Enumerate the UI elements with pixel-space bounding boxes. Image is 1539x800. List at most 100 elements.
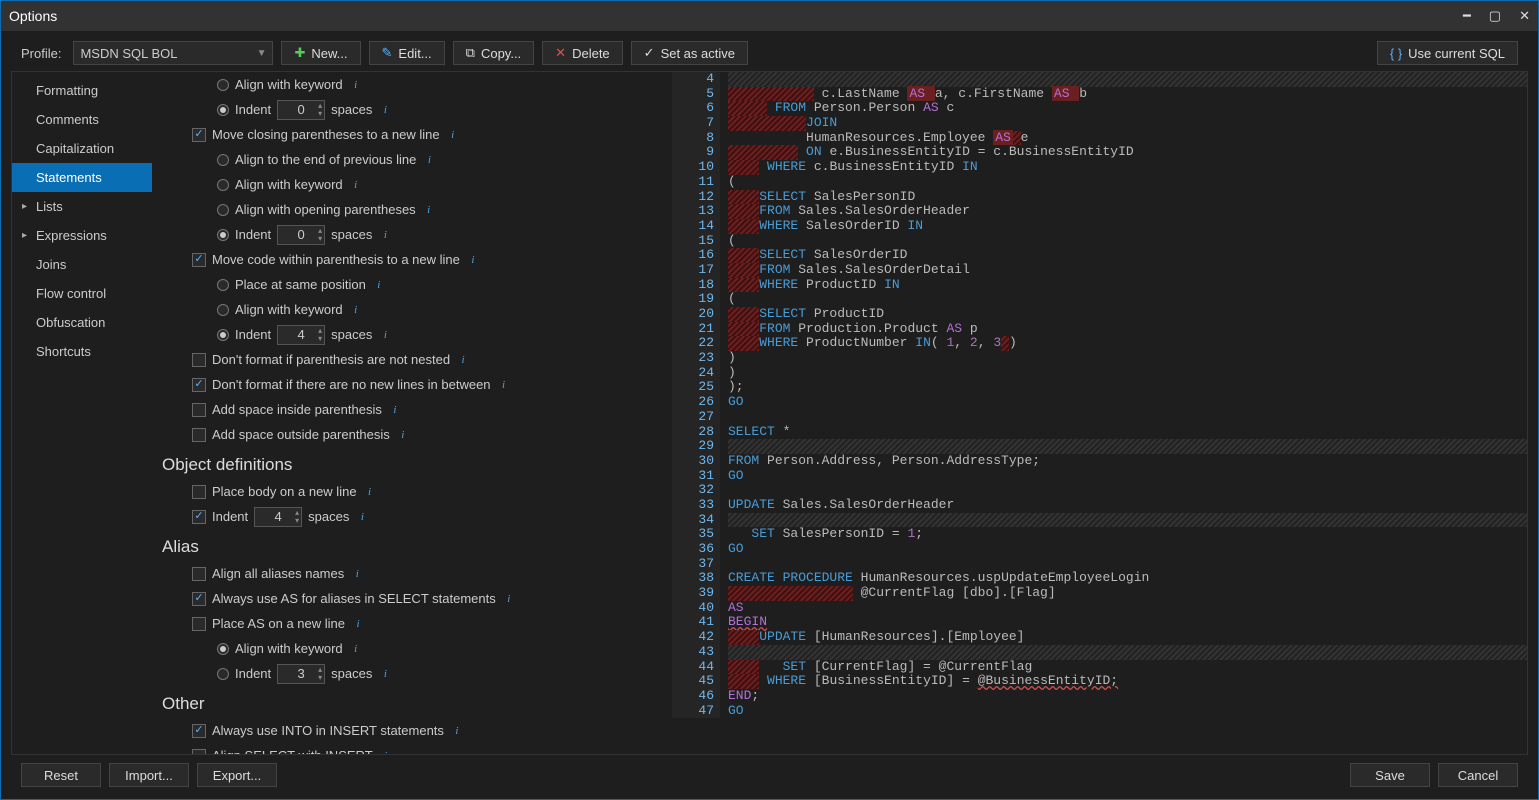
sidebar-item-label: Comments [36, 112, 99, 127]
new-button[interactable]: ✚ New... [281, 41, 360, 65]
chk-dont-format-newlines[interactable] [192, 378, 206, 392]
sidebar-item-lists[interactable]: ▸Lists [12, 192, 152, 221]
radio-align-kw-2[interactable] [217, 179, 229, 191]
info-icon[interactable]: i [378, 228, 392, 242]
chk-space-outside[interactable] [192, 428, 206, 442]
indent-value-5[interactable]: 3▴▾ [277, 664, 325, 684]
chk-dont-format-nested[interactable] [192, 353, 206, 367]
info-icon[interactable]: i [466, 253, 480, 267]
titlebar: Options ━ ▢ ✕ [1, 1, 1538, 31]
copy-button[interactable]: ⧉ Copy... [453, 41, 535, 65]
info-icon[interactable]: i [350, 567, 364, 581]
info-icon[interactable]: i [355, 510, 369, 524]
sidebar-item-flow-control[interactable]: Flow control [12, 279, 152, 308]
info-icon[interactable]: i [497, 378, 511, 392]
pencil-icon: ✎ [382, 45, 393, 61]
use-current-sql-label: Use current SQL [1408, 46, 1505, 61]
info-icon[interactable]: i [349, 178, 363, 192]
radio-indent-3[interactable] [217, 329, 229, 341]
info-icon[interactable]: i [378, 667, 392, 681]
info-icon[interactable]: i [351, 617, 365, 631]
info-icon[interactable]: i [450, 724, 464, 738]
radio-indent-2[interactable] [217, 229, 229, 241]
chk-align-select-insert[interactable] [192, 749, 206, 755]
radio-align-kw-4[interactable] [217, 643, 229, 655]
plus-icon: ✚ [294, 45, 305, 61]
radio-align-kw-3[interactable] [217, 304, 229, 316]
align-aliases-label: Align all aliases names [212, 566, 344, 581]
spaces-label-2: spaces [331, 227, 372, 242]
braces-icon: { } [1390, 46, 1402, 61]
profile-dropdown[interactable]: MSDN SQL BOL ▼ [73, 41, 273, 65]
chk-always-use-as[interactable] [192, 592, 206, 606]
info-icon[interactable]: i [379, 749, 393, 755]
cancel-button[interactable]: Cancel [1438, 763, 1518, 787]
sidebar-item-shortcuts[interactable]: Shortcuts [12, 337, 152, 366]
info-icon[interactable]: i [422, 203, 436, 217]
indent-label-5: Indent [235, 666, 271, 681]
check-icon: ✓ [644, 45, 655, 61]
use-current-sql-button[interactable]: { } Use current SQL [1377, 41, 1518, 65]
info-icon[interactable]: i [372, 278, 386, 292]
always-use-into-label: Always use INTO in INSERT statements [212, 723, 444, 738]
info-icon[interactable]: i [378, 328, 392, 342]
chk-align-aliases[interactable] [192, 567, 206, 581]
info-icon[interactable]: i [388, 403, 402, 417]
set-active-label: Set as active [661, 46, 735, 61]
info-icon[interactable]: i [446, 128, 460, 142]
info-icon[interactable]: i [363, 485, 377, 499]
reset-button[interactable]: Reset [21, 763, 101, 787]
maximize-icon[interactable]: ▢ [1489, 8, 1501, 24]
radio-indent-1[interactable] [217, 104, 229, 116]
chk-indent-objdef[interactable] [192, 510, 206, 524]
info-icon[interactable]: i [396, 428, 410, 442]
info-icon[interactable]: i [349, 303, 363, 317]
chk-always-use-into[interactable] [192, 724, 206, 738]
edit-button[interactable]: ✎ Edit... [369, 41, 445, 65]
space-inside-label: Add space inside parenthesis [212, 402, 382, 417]
info-icon[interactable]: i [378, 103, 392, 117]
sidebar-item-formatting[interactable]: Formatting [12, 76, 152, 105]
code-preview[interactable]: 4567891011121314151617181920212223242526… [672, 72, 1527, 754]
export-button[interactable]: Export... [197, 763, 277, 787]
chk-space-inside[interactable] [192, 403, 206, 417]
info-icon[interactable]: i [456, 353, 470, 367]
window-controls: ━ ▢ ✕ [1463, 8, 1530, 24]
radio-indent-5[interactable] [217, 668, 229, 680]
radio-align-opening[interactable] [217, 204, 229, 216]
indent-value-3[interactable]: 4▴▾ [277, 325, 325, 345]
sidebar-item-joins[interactable]: Joins [12, 250, 152, 279]
chk-place-body-newline[interactable] [192, 485, 206, 499]
info-icon[interactable]: i [349, 642, 363, 656]
set-active-button[interactable]: ✓ Set as active [631, 41, 748, 65]
chk-move-code-within[interactable] [192, 253, 206, 267]
edit-label: Edit... [398, 46, 431, 61]
spaces-label-1: spaces [331, 102, 372, 117]
radio-align-prev[interactable] [217, 154, 229, 166]
indent-value-4[interactable]: 4▴▾ [254, 507, 302, 527]
indent-value-2[interactable]: 0▴▾ [277, 225, 325, 245]
chk-place-as-newline[interactable] [192, 617, 206, 631]
delete-button[interactable]: ✕ Delete [542, 41, 622, 65]
close-icon[interactable]: ✕ [1519, 8, 1530, 24]
radio-align-kw-1[interactable] [217, 79, 229, 91]
place-body-newline-label: Place body on a new line [212, 484, 357, 499]
align-kw-1-label: Align with keyword [235, 77, 343, 92]
sidebar-item-comments[interactable]: Comments [12, 105, 152, 134]
save-button[interactable]: Save [1350, 763, 1430, 787]
chevron-right-icon: ▸ [22, 201, 32, 212]
radio-place-same[interactable] [217, 279, 229, 291]
align-kw-4-label: Align with keyword [235, 641, 343, 656]
info-icon[interactable]: i [422, 153, 436, 167]
import-button[interactable]: Import... [109, 763, 189, 787]
sidebar-item-capitalization[interactable]: Capitalization [12, 134, 152, 163]
chk-move-closing[interactable] [192, 128, 206, 142]
sidebar-item-obfuscation[interactable]: Obfuscation [12, 308, 152, 337]
indent-value-1[interactable]: 0▴▾ [277, 100, 325, 120]
info-icon[interactable]: i [502, 592, 516, 606]
info-icon[interactable]: i [349, 78, 363, 92]
minimize-icon[interactable]: ━ [1463, 8, 1471, 24]
sidebar-item-statements[interactable]: Statements [12, 163, 152, 192]
sidebar-item-expressions[interactable]: ▸Expressions [12, 221, 152, 250]
copy-icon: ⧉ [466, 45, 475, 61]
